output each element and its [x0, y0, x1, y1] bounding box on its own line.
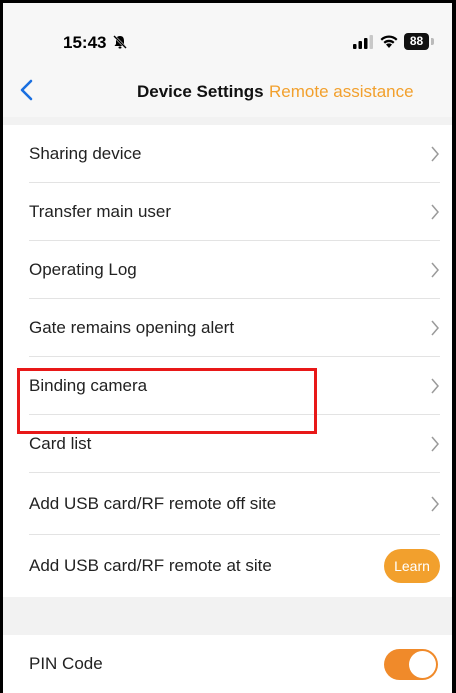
chevron-right-icon — [431, 262, 439, 278]
remote-assistance-link[interactable]: Remote assistance — [269, 82, 414, 102]
transfer-main-user-row[interactable]: Transfer main user — [3, 183, 452, 241]
wifi-icon — [380, 35, 398, 48]
row-label: PIN Code — [29, 654, 103, 673]
operating-log-row[interactable]: Operating Log — [3, 241, 452, 299]
sharing-device-row[interactable]: Sharing device — [3, 125, 452, 183]
row-label: Transfer main user — [29, 202, 172, 221]
pin-code-row: PIN Code — [3, 635, 452, 693]
status-bar: 15:43 88 — [3, 3, 452, 55]
bell-muted-icon — [113, 35, 127, 49]
add-card-off-site-row[interactable]: Add USB card/RF remote off site — [3, 473, 452, 535]
signal-icon — [353, 35, 373, 49]
row-label: Gate remains opening alert — [29, 318, 235, 337]
chevron-right-icon — [431, 320, 439, 336]
back-chevron-icon[interactable] — [17, 79, 37, 101]
settings-list: Sharing device Transfer main user Operat… — [3, 125, 452, 597]
learn-button[interactable]: Learn — [384, 549, 440, 583]
gate-opening-alert-row[interactable]: Gate remains opening alert — [3, 299, 452, 357]
add-card-at-site-row: Add USB card/RF remote at site Learn — [3, 535, 452, 597]
row-label: Binding camera — [29, 376, 148, 395]
chevron-right-icon — [431, 496, 439, 512]
binding-camera-row[interactable]: Binding camera — [3, 357, 452, 415]
row-label: Card list — [29, 434, 92, 453]
pin-code-item: PIN Code — [3, 635, 452, 693]
row-label: Add USB card/RF remote at site — [29, 556, 272, 575]
nav-bar: Device Settings Remote assistance — [3, 55, 452, 117]
chevron-right-icon — [431, 146, 439, 162]
toggle-knob — [409, 651, 436, 678]
battery-level: 88 — [404, 33, 429, 50]
row-label: Sharing device — [29, 144, 142, 163]
page-title: Device Settings — [137, 82, 264, 101]
pin-code-toggle[interactable] — [384, 649, 438, 680]
row-label: Add USB card/RF remote off site — [29, 494, 277, 513]
battery-tip — [431, 38, 434, 45]
chevron-right-icon — [431, 436, 439, 452]
battery-indicator: 88 — [404, 33, 436, 50]
phone-screen: 15:43 88 Device Settings Remote assistan… — [3, 3, 452, 693]
status-time: 15:43 — [63, 33, 107, 52]
chevron-right-icon — [431, 378, 439, 394]
row-label: Operating Log — [29, 260, 137, 279]
chevron-right-icon — [431, 204, 439, 220]
card-list-row[interactable]: Card list — [3, 415, 452, 473]
